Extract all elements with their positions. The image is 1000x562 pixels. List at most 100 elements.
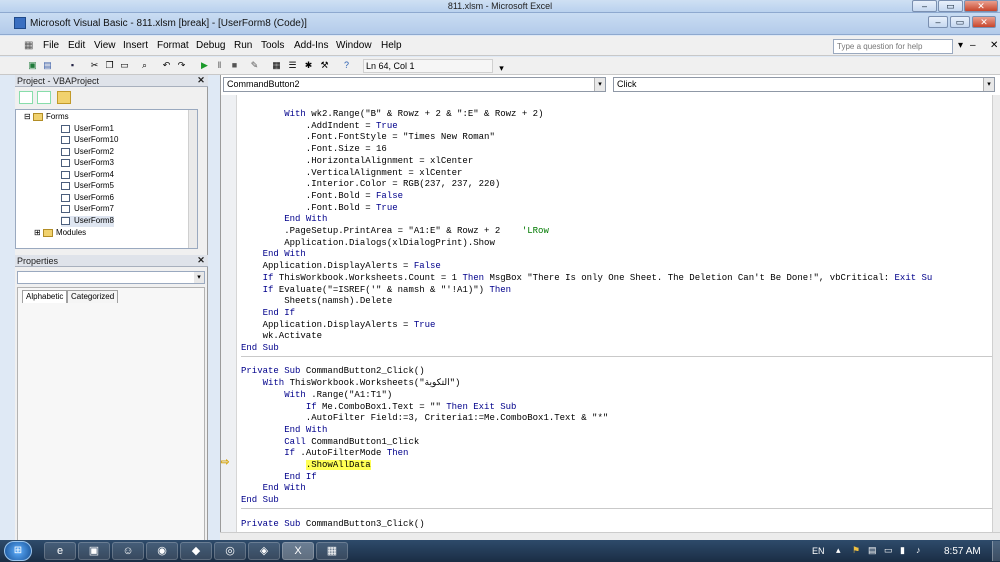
vbe-taskbar-icon[interactable]: ▦ (316, 542, 348, 560)
help-search-input[interactable]: Type a question for help (833, 39, 953, 54)
menu-run[interactable]: Run (234, 40, 252, 51)
properties-close-icon[interactable]: ✕ (196, 255, 206, 266)
design-mode-icon[interactable]: ✎ (248, 59, 261, 72)
menu-debug[interactable]: Debug (196, 40, 225, 51)
ie-icon[interactable]: e (44, 542, 76, 560)
menu-view[interactable]: View (94, 40, 116, 51)
object-browser-icon[interactable]: ✱ (302, 59, 315, 72)
save-icon[interactable]: ▪ (66, 59, 79, 72)
excel-taskbar-icon[interactable]: X (282, 542, 314, 560)
show-desktop-button[interactable] (992, 541, 1000, 561)
toolbox-icon[interactable]: ⚒ (318, 59, 331, 72)
tree-item-userform2[interactable]: UserForm2 (61, 147, 114, 158)
cut-icon[interactable]: ✂ (88, 59, 101, 72)
vbe-minimize-button[interactable]: – (928, 16, 948, 28)
menu-tools[interactable]: Tools (261, 40, 284, 51)
power-icon[interactable]: ▮ (900, 545, 905, 556)
indicator-margin[interactable] (221, 95, 237, 540)
view-object-icon[interactable] (37, 91, 51, 104)
code-horizontal-scrollbar[interactable] (220, 532, 1000, 540)
excel-minimize-button[interactable]: – (912, 0, 937, 12)
view-excel-icon[interactable]: ▣ (26, 59, 39, 72)
menu-window[interactable]: Window (336, 40, 372, 51)
mdi-close-icon[interactable]: ✕ (990, 40, 998, 51)
code-editor[interactable]: With wk2.Range("B" & Rowz + 2 & ":E" & R… (241, 109, 1000, 529)
form-icon (61, 158, 70, 167)
properties-panel-title-text: Properties (17, 256, 59, 266)
menu-edit[interactable]: Edit (68, 40, 85, 51)
tree-item-label: UserForm7 (74, 204, 115, 213)
tree-item-userform8[interactable]: UserForm8 (61, 216, 115, 227)
tray-chevron-icon[interactable]: ▴ (836, 545, 841, 556)
tree-item-userform1[interactable]: UserForm1 (61, 124, 114, 135)
tree-item-userform4[interactable]: UserForm4 (61, 170, 114, 181)
project-close-icon[interactable]: ✕ (196, 75, 206, 86)
menu-file[interactable]: File (43, 40, 59, 51)
code-line: .Font.Size = 16 (241, 144, 387, 155)
tree-modules-folder[interactable]: ⊞ Modules (34, 228, 86, 239)
insert-userform-icon[interactable]: ▤ (41, 59, 54, 72)
undo-icon[interactable]: ↶ (160, 59, 173, 72)
tree-item-userform10[interactable]: UserForm10 (61, 135, 118, 146)
copy-icon[interactable]: ❐ (103, 59, 116, 72)
teamviewer-icon[interactable]: ◈ (248, 542, 280, 560)
vbe-restore-button[interactable]: ▭ (950, 16, 970, 28)
chevron-down-icon[interactable]: ▾ (194, 272, 204, 283)
view-code-icon[interactable] (19, 91, 33, 104)
break-icon[interactable]: ‖ (213, 59, 226, 72)
menu-format[interactable]: Format (157, 40, 189, 51)
volume-icon[interactable]: ♪ (916, 545, 921, 555)
app-icon[interactable]: ◆ (180, 542, 212, 560)
tree-item-userform6[interactable]: UserForm6 (61, 193, 114, 204)
toolbar-options-icon[interactable]: ▾ (495, 62, 508, 75)
mdi-minimize-icon[interactable]: – (970, 40, 976, 51)
chevron-down-icon[interactable]: ▾ (594, 78, 605, 91)
code-line: Application.Dialogs(xlDialogPrint).Show (241, 237, 495, 248)
code-line: With .Range("A1:T1") (284, 389, 393, 400)
project-tree-scrollbar[interactable] (188, 110, 197, 248)
excel-close-button[interactable]: ✕ (964, 0, 998, 12)
tree-item-userform5[interactable]: UserForm5 (61, 181, 114, 192)
explorer-icon[interactable]: ▣ (78, 542, 110, 560)
tree-item-userform7[interactable]: UserForm7 (61, 204, 114, 215)
code-line: End Sub (241, 495, 279, 506)
menu-insert[interactable]: Insert (123, 40, 148, 51)
firefox-icon[interactable]: ◉ (146, 542, 178, 560)
project-explorer-icon[interactable]: ▦ (270, 59, 283, 72)
code-line: .HorizontalAlignment = xlCenter (241, 155, 474, 166)
code-line: Call CommandButton1_Click (284, 436, 420, 447)
vbe-close-button[interactable]: ✕ (972, 16, 996, 28)
menu-help[interactable]: Help (381, 40, 402, 51)
redo-icon[interactable]: ↷ (175, 59, 188, 72)
run-icon[interactable]: ▶ (198, 59, 211, 72)
reset-icon[interactable]: ■ (228, 59, 241, 72)
chevron-down-icon[interactable]: ▾ (983, 78, 994, 91)
language-indicator[interactable]: EN (812, 546, 825, 556)
start-button[interactable]: ⊞ (4, 541, 32, 561)
window-title: Microsoft Visual Basic - 811.xlsm [break… (30, 18, 307, 29)
properties-icon[interactable]: ☰ (286, 59, 299, 72)
find-icon[interactable]: ⌕ (138, 59, 151, 72)
taskbar: ⊞ e ▣ ☺ ◉ ◆ ◎ ◈ X ▦ EN ▴ ⚑ ▤ ▭ ▮ ♪ 8:57 … (0, 540, 1000, 562)
help-dropdown-icon[interactable]: ▾ (958, 40, 963, 51)
procedure-select[interactable]: Click ▾ (613, 77, 995, 92)
tab-alphabetic[interactable]: Alphabetic (22, 290, 68, 303)
flag-icon[interactable]: ⚑ (852, 545, 860, 556)
network-icon[interactable]: ▤ (868, 545, 877, 556)
help-icon[interactable]: ? (340, 59, 353, 72)
clock[interactable]: 8:57 AM (944, 546, 981, 557)
properties-object-select[interactable]: ▾ (17, 271, 205, 284)
menu-addins[interactable]: Add-Ins (294, 40, 328, 51)
messenger-icon[interactable]: ☺ (112, 542, 144, 560)
tree-item-userform3[interactable]: UserForm3 (61, 158, 114, 169)
toggle-folders-icon[interactable] (57, 91, 71, 104)
chrome-icon[interactable]: ◎ (214, 542, 246, 560)
object-select[interactable]: CommandButton2 ▾ (223, 77, 606, 92)
tree-forms-folder[interactable]: ⊟ Forms (24, 112, 69, 123)
code-vertical-scrollbar[interactable] (992, 95, 1000, 540)
excel-restore-button[interactable]: ▭ (938, 0, 963, 12)
excel-icon[interactable]: ▦ (24, 40, 33, 51)
tab-categorized[interactable]: Categorized (67, 290, 119, 303)
display-icon[interactable]: ▭ (884, 545, 893, 556)
paste-icon[interactable]: ▭ (118, 59, 131, 72)
